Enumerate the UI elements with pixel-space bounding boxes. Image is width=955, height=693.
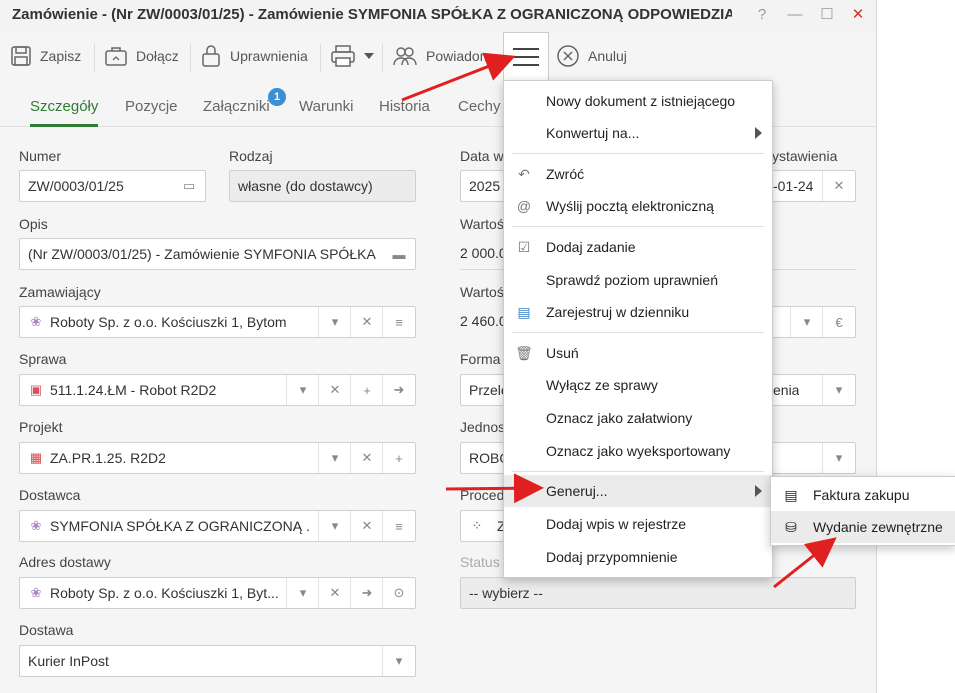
arrow-to-hamburger xyxy=(401,52,516,102)
arrow-to-external-release xyxy=(773,537,837,589)
arrow-to-generate xyxy=(445,473,544,504)
annotation-arrows xyxy=(401,52,837,589)
